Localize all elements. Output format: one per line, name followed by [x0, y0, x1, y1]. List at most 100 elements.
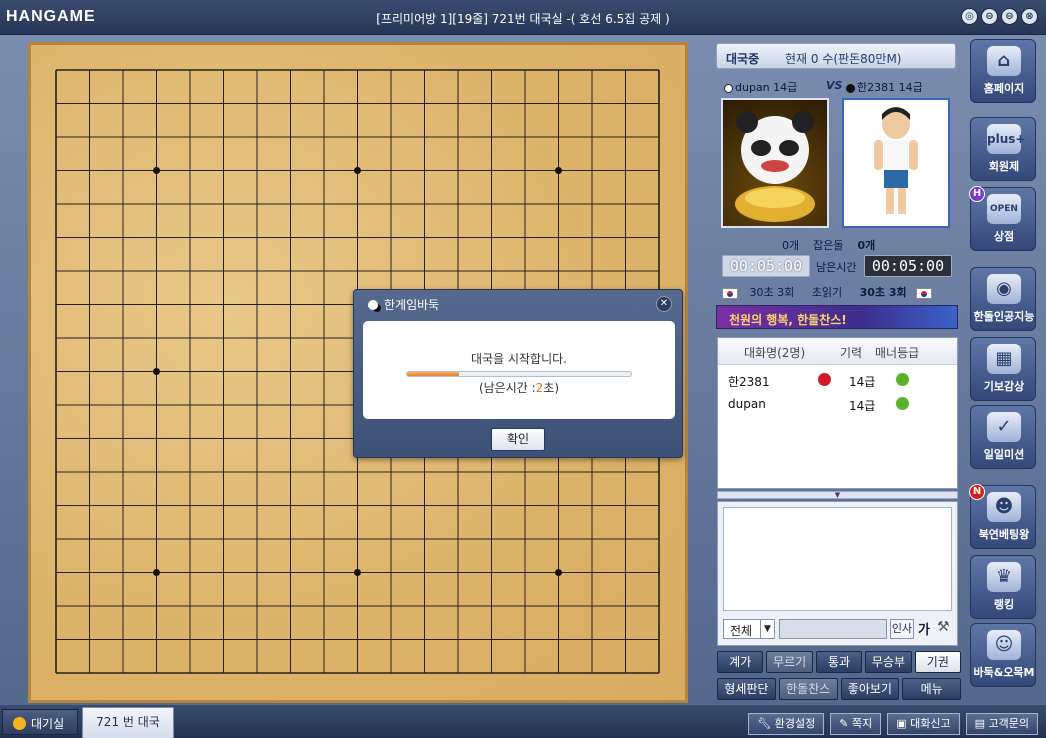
plus-icon: plus+	[987, 124, 1025, 154]
evaluate-button[interactable]: 형세판단	[717, 678, 776, 700]
remain-prefix: (남은시간 :	[478, 381, 536, 395]
progress-fill	[407, 372, 459, 376]
settings-button[interactable]: 🔧︎ 환경설정	[748, 713, 825, 735]
chat-scope-select[interactable]: 전체 ▼	[723, 619, 775, 639]
home-icon: ⌂	[987, 46, 1021, 76]
chat-log[interactable]	[723, 507, 952, 611]
footer-buttons: 🔧︎ 환경설정 ✎ 쪽지 ▣ 대화신고 ▤ 고객문의	[748, 713, 1038, 735]
col-manner[interactable]: 매너등급	[875, 344, 919, 361]
list-item[interactable]: dupan 14급	[718, 392, 957, 416]
user-rank: 14급	[849, 399, 876, 413]
star-point	[153, 368, 160, 375]
tab-waiting-room[interactable]: 대기실	[2, 709, 78, 735]
undo-button[interactable]: 무르기	[766, 651, 813, 673]
stones-icon	[368, 300, 378, 310]
black-player: 한2381 14급	[846, 79, 923, 95]
close-icon[interactable]: ⊗	[1021, 8, 1038, 25]
settings-icon[interactable]: ◎	[961, 8, 978, 25]
korea-flag-icon	[916, 287, 933, 299]
black-timer: 00:05:00	[864, 255, 952, 277]
star-point	[153, 167, 160, 174]
boy-avatar-icon	[874, 107, 918, 214]
pass-button[interactable]: 통과	[815, 651, 863, 673]
star-point	[555, 569, 562, 576]
sidebar-item-ai[interactable]: ◉ 한돌인공지능	[970, 267, 1036, 331]
mic-icon	[818, 373, 831, 386]
window-title: [프리미어방 1][19줄] 721번 대국실 -( 호선 6.5집 공제 )	[376, 12, 670, 26]
title-bar[interactable]: HANGAME [프리미어방 1][19줄] 721번 대국실 -( 호선 6.…	[0, 0, 1046, 35]
game-status-bar: 대국중 현재 0 수(판돈80만M)	[716, 43, 956, 69]
captures-row: 0개 잡은돌 0개	[782, 237, 875, 253]
tab-label: 대기실	[31, 717, 65, 731]
font-icon[interactable]: 가	[918, 619, 930, 638]
start-game-dialog: 한게임바둑 ✕ 대국을 시작합니다. (남은시간 :2초) 확인	[353, 289, 683, 458]
wrench-icon: 🔧︎	[757, 717, 775, 730]
menu-button[interactable]: 메뉴	[902, 678, 961, 700]
sidebar-item-ranking[interactable]: ♛ 랭킹	[970, 555, 1036, 619]
sidebar-item-mobile[interactable]: ☺ 바둑&오목M	[970, 623, 1036, 687]
ok-button[interactable]: 확인	[491, 428, 545, 451]
black-player-avatar[interactable]	[842, 98, 950, 228]
hammer-icon[interactable]: ⚒	[937, 619, 950, 635]
white-player-avatar[interactable]	[721, 98, 829, 228]
captures-label: 잡은돌	[813, 239, 844, 252]
sidebar-item-kifu[interactable]: ▦ 기보감상	[970, 337, 1036, 401]
user-name: 한2381	[728, 375, 770, 389]
count-button[interactable]: 계가	[717, 651, 764, 673]
sidebar-label: 랭킹	[993, 598, 1015, 611]
new-badge-icon: N	[969, 484, 985, 500]
app-window: HANGAME [프리미어방 1][19줄] 721번 대국실 -( 호선 6.…	[0, 0, 1046, 738]
draw-button[interactable]: 무승부	[865, 651, 912, 673]
promo-banner[interactable]: 천원의 행복, 한돌찬스!	[716, 305, 958, 329]
sidebar-item-membership[interactable]: plus+ 회원제	[970, 117, 1036, 181]
calendar-check-icon: ✓	[987, 412, 1021, 442]
robot-icon: ◉	[987, 274, 1021, 304]
manner-icon	[896, 373, 909, 386]
chat-input[interactable]	[779, 619, 887, 639]
byoyomi-label: 초읽기	[811, 286, 843, 299]
user-name: dupan	[728, 397, 766, 411]
dialog-body: 대국을 시작합니다. (남은시간 :2초)	[363, 321, 675, 419]
greet-button[interactable]: 인사	[890, 619, 914, 639]
game-info-panel: 대국중 현재 0 수(판돈80만M) dupan 14급 VS 한2381 14…	[712, 40, 962, 700]
sidebar-label: 기보감상	[983, 380, 1025, 393]
status-detail: 현재 0 수(판돈80만M)	[785, 52, 902, 66]
col-name[interactable]: 대화명(2명)	[744, 344, 805, 361]
user-icon: ▣	[896, 717, 911, 730]
star-point	[354, 569, 361, 576]
tab-game-room[interactable]: 721 번 대국	[82, 707, 174, 738]
support-button[interactable]: ▤ 고객문의	[965, 713, 1038, 735]
list-item[interactable]: 한2381 14급	[718, 368, 957, 392]
dialog-title: 한게임바둑	[384, 298, 440, 312]
restore-icon[interactable]: ⊖	[1001, 8, 1018, 25]
report-button[interactable]: ▣ 대화신고	[887, 713, 960, 735]
minimize-icon[interactable]: ⊖	[981, 8, 998, 25]
sidebar-item-shop[interactable]: H OPEN 상점	[969, 186, 1036, 251]
message-button[interactable]: ✎ 쪽지	[830, 713, 882, 735]
like-button[interactable]: 좋아보기	[840, 678, 900, 700]
close-icon[interactable]: ✕	[656, 296, 672, 312]
black-byoyomi: 30초 3회	[859, 286, 907, 299]
h-badge-icon: H	[969, 186, 985, 202]
status-label: 대국중	[726, 52, 760, 66]
handol-chance-button[interactable]: 한돌찬스	[778, 678, 838, 700]
sidebar-item-mission[interactable]: ✓ 일일미션	[970, 405, 1036, 469]
players-row: dupan 14급 VS 한2381 14급	[722, 79, 962, 95]
sidebar-item-betting[interactable]: N ☻ 북연베팅왕	[969, 484, 1036, 549]
vs-label: VS	[826, 79, 843, 92]
user-rank: 14급	[849, 375, 876, 389]
col-rank[interactable]: 기력	[840, 344, 862, 361]
panel-splitter[interactable]: ▼	[717, 491, 958, 499]
sidebar-item-homepage[interactable]: ⌂ 홈페이지	[970, 39, 1036, 103]
trophy-icon: ♛	[987, 562, 1021, 592]
action-row-1: 계가 무르기 통과 무승부 기권	[717, 651, 962, 673]
note-icon: ✎	[839, 717, 852, 730]
sidebar-label: 바둑&오목M	[973, 666, 1035, 679]
countdown-progress	[406, 371, 632, 377]
book-icon: ▤	[974, 717, 989, 730]
white-timer: 00:05:00	[722, 255, 810, 277]
resign-button[interactable]: 기권	[914, 651, 962, 673]
sidebar-label: 북연베팅왕	[978, 528, 1030, 541]
white-stone-icon	[724, 83, 733, 93]
white-player-name: dupan 14급	[735, 81, 798, 94]
